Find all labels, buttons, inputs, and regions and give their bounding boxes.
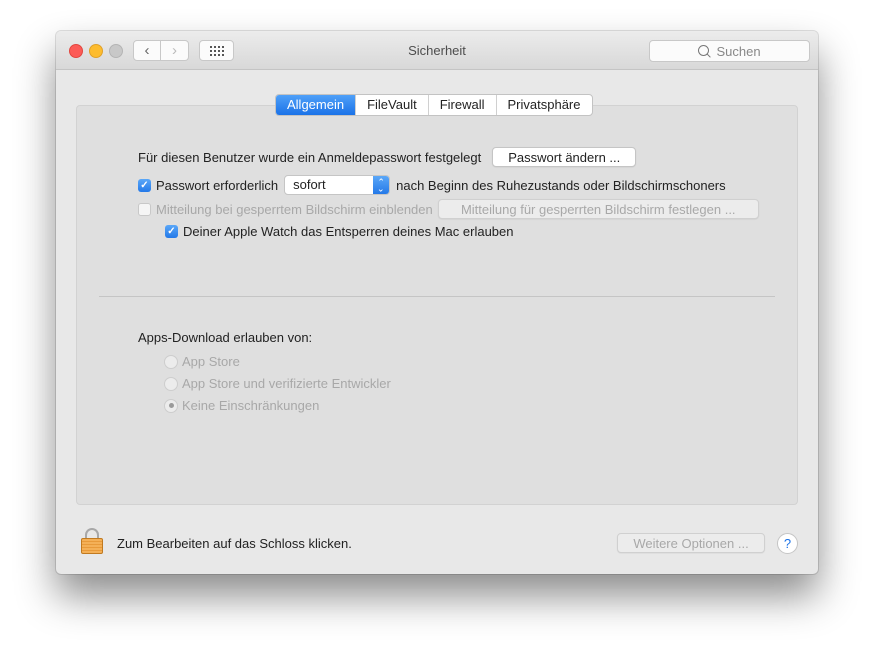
search-icon [698,44,710,56]
password-set-text: Für diesen Benutzer wurde ein Anmeldepas… [138,149,482,165]
help-button[interactable]: ? [777,533,798,554]
security-preferences-window: ‹ › Sicherheit Suchen Für diesen Benutze… [56,31,818,574]
password-set-row: Für diesen Benutzer wurde ein Anmeldepas… [138,147,637,167]
set-lock-message-button[interactable]: Mitteilung für gesperrten Bildschirm fes… [437,199,759,219]
require-password-label: Passwort erforderlich [156,177,279,193]
downloads-heading: Apps-Download erlauben von: [138,330,312,345]
tab-privacy[interactable]: Privatsphäre [495,95,592,115]
advanced-options-button[interactable]: Weitere Optionen ... [617,533,765,553]
lock-message-row: Mitteilung bei gesperrtem Bildschirm ein… [138,199,759,219]
tab-firewall[interactable]: Firewall [427,95,496,115]
radio-button[interactable] [164,354,178,369]
radio-app-store[interactable]: App Store [164,354,240,369]
downloads-heading-text: Apps-Download erlauben von: [138,330,313,345]
general-panel: Für diesen Benutzer wurde ein Anmeldepas… [76,105,798,505]
lock-icon[interactable] [81,528,103,555]
radio-label: Keine Einschränkungen [182,398,320,413]
radio-label: App Store und verifizierte Entwickler [182,376,391,391]
lock-hint: Zum Bearbeiten auf das Schloss klicken. [117,536,352,551]
lock-message-checkbox[interactable] [138,202,151,216]
change-password-button[interactable]: Passwort ändern ... [492,147,637,167]
search-placeholder: Suchen [716,43,761,59]
apple-watch-label: Deiner Apple Watch das Entsperren deines… [183,224,514,239]
apple-watch-checkbox[interactable]: ✓ [165,225,178,238]
tab-bar: Allgemein FileVault Firewall Privatsphär… [275,94,593,116]
require-password-suffix: nach Beginn des Ruhezustands oder Bildsc… [396,177,726,193]
lock-hint-text: Zum Bearbeiten auf das Schloss klicken. [117,536,352,551]
apple-watch-row: ✓ Deiner Apple Watch das Entsperren dein… [165,224,513,239]
require-password-select[interactable]: sofort ⌃ ⌃ [284,175,391,195]
radio-button-selected[interactable] [164,398,178,413]
stepper-arrows-icon: ⌃ ⌃ [373,176,390,194]
radio-label: App Store [182,354,240,369]
section-divider [99,296,775,297]
tab-filevault[interactable]: FileVault [355,95,428,115]
require-password-checkbox[interactable]: ✓ [138,178,151,192]
lock-message-label: Mitteilung bei gesperrtem Bildschirm ein… [156,201,433,217]
require-password-select-value: sofort [293,177,326,192]
radio-app-store-identified[interactable]: App Store und verifizierte Entwickler [164,376,391,391]
search-field[interactable]: Suchen [649,40,810,62]
title-bar: ‹ › Sicherheit Suchen [56,31,818,70]
question-mark-icon: ? [783,536,792,551]
radio-anywhere[interactable]: Keine Einschränkungen [164,398,319,413]
tab-general[interactable]: Allgemein [276,95,356,115]
radio-button[interactable] [164,376,178,391]
require-password-row: ✓ Passwort erforderlich sofort ⌃ ⌃ nach B… [138,175,726,195]
